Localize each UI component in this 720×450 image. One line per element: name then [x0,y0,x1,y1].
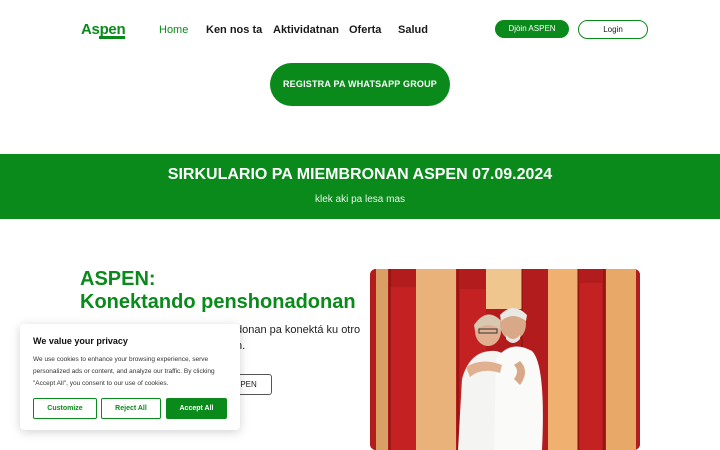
login-button[interactable]: Login [578,20,648,39]
cookie-consent-banner: We value your privacy We use cookies to … [20,324,240,430]
circular-banner: SIRKULARIO PA MIEMBRONAN ASPEN 07.09.202… [0,154,720,219]
nav-aktividatnan[interactable]: Aktividatnan [273,24,339,36]
nav-oferta[interactable]: Oferta [349,24,381,36]
cookie-reject-all-button[interactable]: Reject All [101,398,161,419]
cookie-title: We value your privacy [33,336,128,346]
hero-title: ASPEN: Konektando penshonadonan [80,268,356,314]
elderly-couple-photo [370,269,640,450]
photo-illustration [370,269,640,450]
site-header: Aspen Home Ken nos ta Aktividatnan Ofert… [0,0,720,62]
cookie-customize-button[interactable]: Customize [33,398,97,419]
hero-title-line1: ASPEN: [80,268,156,290]
banner-title: SIRKULARIO PA MIEMBRONAN ASPEN 07.09.202… [167,166,553,183]
cookie-accept-all-button[interactable]: Accept All [166,398,227,419]
hero-description-line1: donan pa konektá ku otro [236,324,361,336]
nav-home[interactable]: Home [159,24,188,36]
banner-read-more-link[interactable]: klek aki pa lesa mas [0,194,720,205]
cookie-text: We use cookies to enhance your browsing … [33,356,215,387]
nav-salud[interactable]: Salud [398,24,428,36]
hero-title-line2: Konektando penshonadonan [80,291,356,313]
join-aspen-button[interactable]: Djòin ASPEN [495,20,569,38]
whatsapp-register-button[interactable]: REGISTRA PA WHATSAPP GROUP [270,63,450,106]
nav-ken-nos-ta[interactable]: Ken nos ta [206,24,262,36]
